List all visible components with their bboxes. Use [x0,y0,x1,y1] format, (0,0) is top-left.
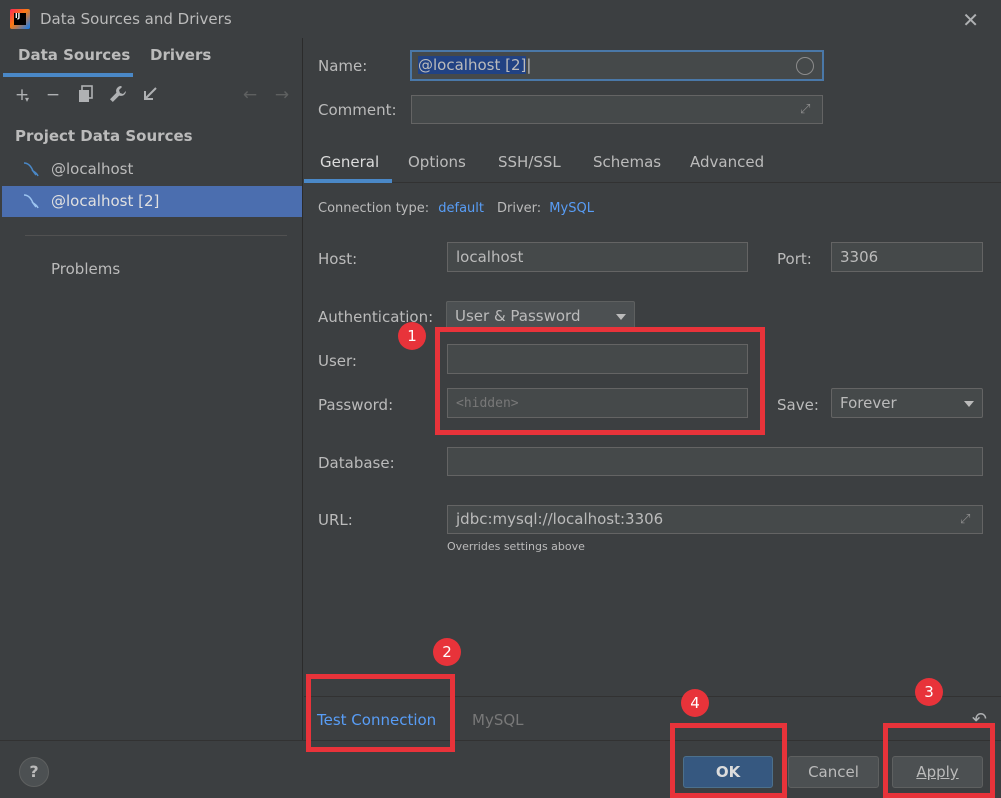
host-label: Host: [318,250,358,268]
name-label: Name: [318,57,368,75]
annotation-number-3: 3 [915,678,943,706]
connection-type-link[interactable]: default [438,201,484,216]
data-source-label: @localhost [2] [51,192,160,210]
expand-icon[interactable]: ⤢ [800,102,816,118]
settings-tabs: General Options SSH/SSL Schemas Advanced [304,145,1001,183]
title-bar: IJ Data Sources and Drivers ✕ [0,0,1001,38]
url-field[interactable]: jdbc:mysql://localhost:3306 ⤢ [447,505,983,534]
tab-options[interactable]: Options [408,153,466,171]
forward-arrow-icon[interactable]: → [272,85,292,105]
password-label: Password: [318,396,394,414]
add-icon[interactable]: + ▾ [12,85,32,105]
chevron-down-icon [964,401,974,407]
remove-icon[interactable]: − [43,85,63,105]
save-value: Forever [840,394,897,412]
intellij-logo-icon: IJ [10,9,30,29]
port-label: Port: [777,250,812,268]
user-label: User: [318,352,357,370]
data-source-item-selected[interactable]: @localhost [2] [2,186,302,217]
duplicate-icon[interactable] [76,85,96,108]
left-tabs: Data Sources Drivers [0,38,303,77]
close-icon[interactable]: ✕ [962,8,979,32]
annotation-number-1: 1 [398,322,426,350]
tab-data-sources[interactable]: Data Sources [18,46,130,64]
url-label: URL: [318,511,353,529]
annotation-number-2: 2 [433,638,461,666]
left-toolbar: + ▾ − ← → [0,81,303,111]
go-to-icon[interactable] [140,85,160,108]
authentication-value: User & Password [455,307,581,325]
connection-type-row: Connection type: default [318,201,484,216]
port-field[interactable]: 3306 [831,242,983,272]
divider [25,235,287,236]
mysql-dolphin-icon [23,162,39,177]
cancel-button[interactable]: Cancel [788,756,879,788]
annotation-box-2 [306,674,455,752]
annotation-box-3 [883,723,995,798]
database-field[interactable] [447,447,983,476]
url-value: jdbc:mysql://localhost:3306 [456,510,664,528]
save-label: Save: [777,396,819,414]
window-title: Data Sources and Drivers [40,10,232,28]
driver-name-label: MySQL [472,711,524,729]
data-source-label: @localhost [51,160,134,178]
comment-field[interactable]: ⤢ [411,95,823,124]
database-label: Database: [318,454,395,472]
comment-label: Comment: [318,101,397,119]
color-circle-icon[interactable] [796,57,814,75]
active-tab-indicator [3,73,133,77]
annotation-box-1 [435,327,765,435]
expand-icon[interactable]: ⤢ [960,512,976,528]
wrench-icon[interactable] [108,85,128,108]
name-field[interactable]: @localhost [2]| [410,50,824,81]
tab-ssh-ssl[interactable]: SSH/SSL [498,153,561,171]
problems-item[interactable]: Problems [51,260,120,278]
connection-type-label: Connection type: [318,201,430,216]
left-panel: Data Sources Drivers + ▾ − ← → Project Da… [0,38,303,740]
mysql-dolphin-icon [23,194,39,209]
back-arrow-icon[interactable]: ← [240,85,260,105]
tab-drivers[interactable]: Drivers [150,46,211,64]
url-hint: Overrides settings above [447,540,585,553]
annotation-box-4 [670,723,787,798]
save-dropdown[interactable]: Forever [831,388,983,418]
active-tab-indicator [304,179,392,183]
driver-label: Driver: [497,201,542,216]
help-button[interactable]: ? [19,757,49,787]
tab-schemas[interactable]: Schemas [593,153,661,171]
project-data-sources-heading: Project Data Sources [15,127,193,145]
tab-advanced[interactable]: Advanced [690,153,764,171]
driver-row: Driver: MySQL [497,201,594,216]
host-field[interactable]: localhost [447,242,748,272]
chevron-down-icon [616,314,626,320]
driver-link[interactable]: MySQL [549,201,594,216]
name-field-value: @localhost [2] [418,56,527,74]
data-source-item[interactable]: @localhost [2,154,302,185]
dialog-footer: ? OK Cancel Apply [0,740,1001,798]
annotation-number-4: 4 [681,689,709,717]
tab-general[interactable]: General [320,153,379,171]
